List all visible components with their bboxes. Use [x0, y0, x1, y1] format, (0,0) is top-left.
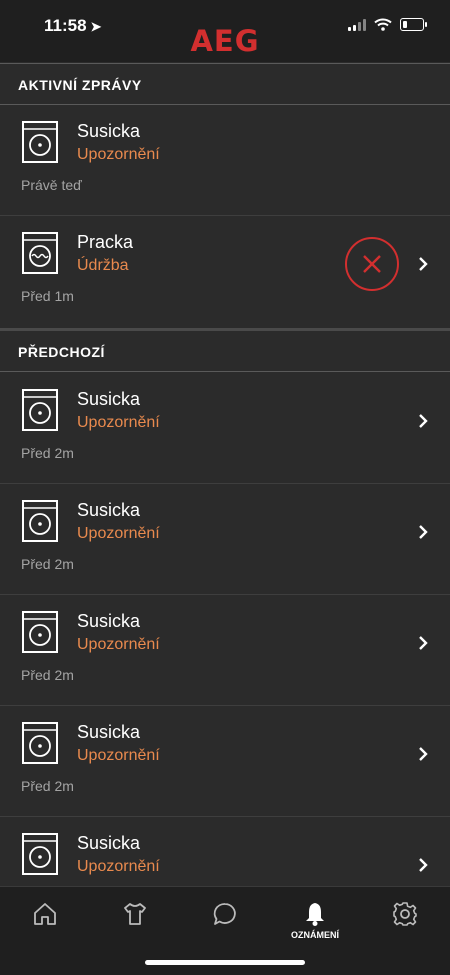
message-time: Před 2m — [21, 445, 74, 461]
notification-item[interactable]: Pracka Údržba Před 1m — [0, 216, 450, 326]
appliance-name: Susicka — [77, 611, 141, 631]
message-time: Před 1m — [21, 288, 74, 304]
dryer-icon — [22, 611, 58, 653]
battery-icon — [400, 18, 427, 31]
notification-item[interactable]: Susicka Upozornění Právě teď — [0, 105, 450, 215]
message-type: Upozornění — [77, 636, 160, 653]
dryer-icon — [22, 722, 58, 764]
delete-icon[interactable] — [344, 236, 400, 292]
chevron-right-icon[interactable] — [416, 523, 430, 541]
dryer-icon — [22, 833, 58, 875]
chevron-right-icon[interactable] — [416, 745, 430, 763]
message-type: Upozornění — [77, 747, 160, 764]
appliance-name: Susicka — [77, 500, 141, 520]
chevron-right-icon[interactable] — [416, 255, 430, 273]
gear-icon — [393, 902, 417, 926]
system-icons — [348, 18, 427, 31]
wifi-icon — [374, 18, 392, 31]
message-time: Právě teď — [21, 177, 82, 193]
message-type: Upozornění — [77, 146, 160, 163]
message-type: Údržba — [77, 257, 129, 274]
chat-bubble-icon — [213, 903, 236, 925]
washer-icon — [22, 232, 58, 274]
notification-item[interactable]: Susicka Upozornění — [0, 817, 450, 886]
appliance-name: Pracka — [77, 232, 134, 252]
section-header-previous: PŘEDCHOZÍ — [0, 328, 450, 372]
appliance-name: Susicka — [77, 121, 141, 141]
section-title-active: AKTIVNÍ ZPRÁVY — [18, 77, 142, 93]
chevron-right-icon[interactable] — [416, 412, 430, 430]
appliance-name: Susicka — [77, 833, 141, 853]
tab-notifications[interactable]: OZNÁMENÍ — [270, 901, 360, 951]
notification-item[interactable]: Susicka Upozornění Před 2m — [0, 595, 450, 705]
tab-notifications-label: OZNÁMENÍ — [291, 930, 339, 940]
message-time: Před 2m — [21, 778, 74, 794]
section-header-active: AKTIVNÍ ZPRÁVY — [0, 63, 450, 105]
tab-settings[interactable] — [360, 901, 450, 951]
shirt-icon — [124, 903, 146, 925]
notification-item[interactable]: Susicka Upozornění Před 2m — [0, 484, 450, 594]
status-bar: 11:58 ➤ AEG — [0, 0, 450, 62]
cellular-signal-icon — [348, 18, 366, 31]
notification-item[interactable]: Susicka Upozornění Před 2m — [0, 706, 450, 816]
notification-item[interactable]: Susicka Upozornění Před 2m — [0, 373, 450, 483]
dryer-icon — [22, 500, 58, 542]
appliance-name: Susicka — [77, 389, 141, 409]
section-title-previous: PŘEDCHOZÍ — [18, 344, 105, 360]
chevron-right-icon[interactable] — [416, 634, 430, 652]
home-indicator — [145, 960, 305, 965]
dryer-icon — [22, 121, 58, 163]
dryer-icon — [22, 389, 58, 431]
tab-laundry[interactable] — [90, 901, 180, 951]
message-time: Před 2m — [21, 667, 74, 683]
message-type: Upozornění — [77, 414, 160, 431]
tab-home[interactable] — [0, 901, 90, 951]
tab-chat[interactable] — [180, 901, 270, 951]
bell-icon — [306, 903, 324, 926]
appliance-name: Susicka — [77, 722, 141, 742]
chevron-right-icon[interactable] — [416, 856, 430, 874]
message-type: Upozornění — [77, 858, 160, 875]
tab-bar: OZNÁMENÍ — [0, 886, 450, 975]
home-icon — [34, 903, 56, 925]
message-time: Před 2m — [21, 556, 74, 572]
message-type: Upozornění — [77, 525, 160, 542]
